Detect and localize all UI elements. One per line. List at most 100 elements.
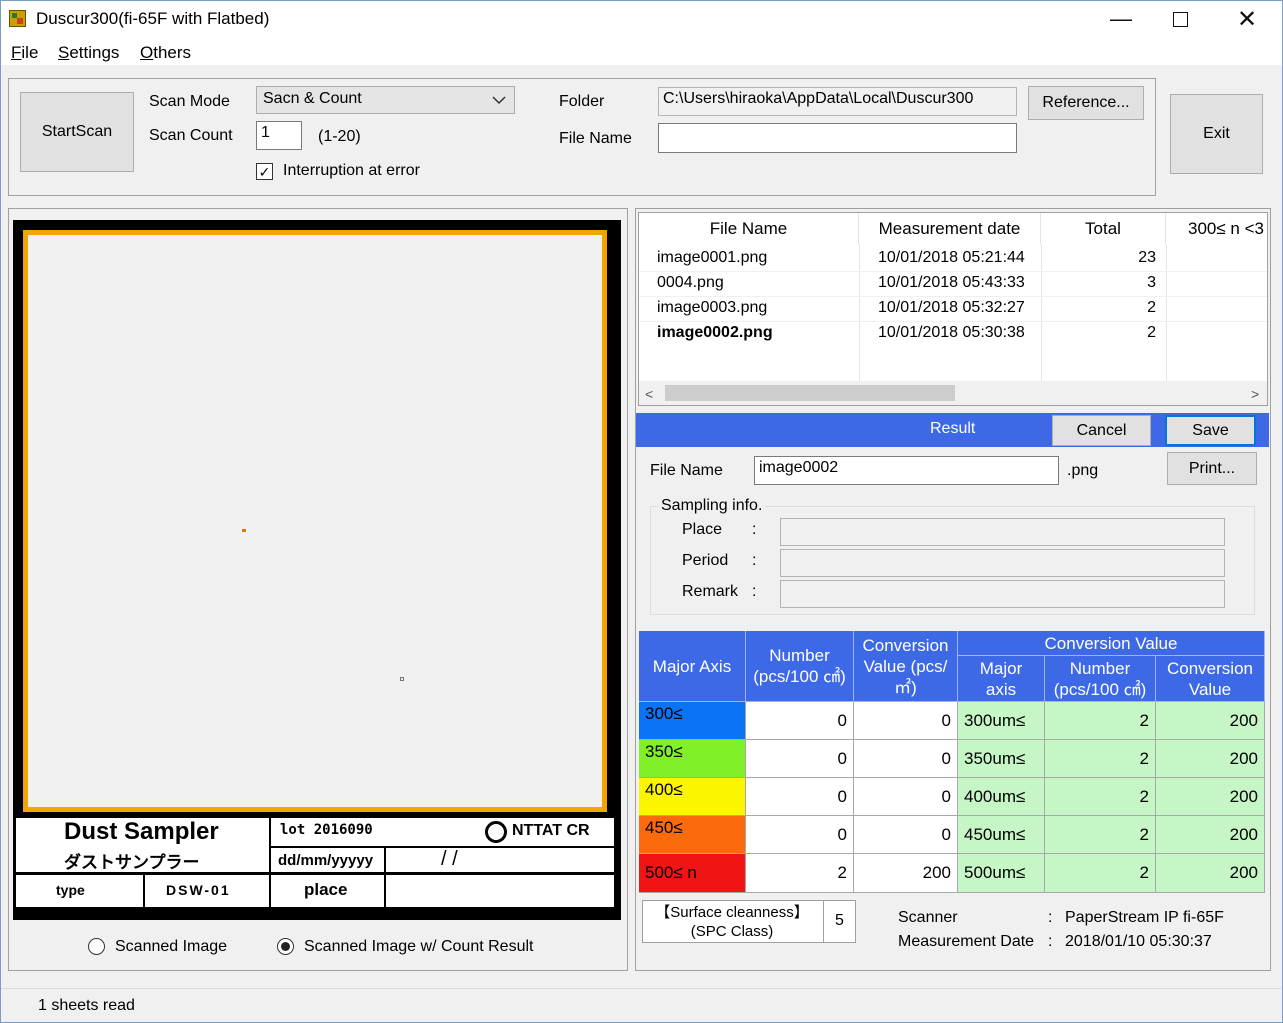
row-major-axis-2: 300um≤ [958,702,1045,740]
card-type-value: DSW-01 [166,882,231,898]
scan-count-label: Scan Count [149,127,233,144]
scan-mode-select[interactable]: Sacn & Count [256,86,515,114]
hdr-conversion-group: Conversion Value [958,631,1265,656]
row-conversion-2: 200 [1156,702,1265,740]
menu-others[interactable]: Others [140,43,191,63]
file-list[interactable]: File Name Measurement date Total 300≤ n … [638,212,1268,406]
row-number-2: 2 [1045,702,1156,740]
close-icon[interactable]: ✕ [1215,1,1279,37]
menu-settings[interactable]: Settings [58,43,119,63]
card-brand: NTTAT CR [512,822,590,839]
result-file-ext: .png [1067,462,1099,479]
scan-count-input[interactable]: 1 [256,121,302,150]
measurement-date-colon: : [1048,933,1053,950]
result-title: Result [930,420,976,437]
row-number: 2 [746,854,854,893]
place-label: Place [682,521,723,538]
scroll-right-icon[interactable]: > [1251,386,1259,402]
row-conversion: 0 [854,740,958,778]
column-measurement-date[interactable]: Measurement date [859,213,1041,245]
scanned-image: Dust Sampler ダストサンプラー lot 2016090 NTTAT … [13,220,621,920]
scan-mode-label: Scan Mode [149,93,230,110]
menu-bar [1,37,1282,65]
row-number-2: 2 [1045,816,1156,854]
remark-label: Remark [682,583,739,600]
row-conversion: 0 [854,816,958,854]
row-major-axis: 350≤ [639,740,746,778]
row-major-axis-2: 350um≤ [958,740,1045,778]
place-input[interactable] [780,518,1225,546]
row-total: 2 [1147,299,1156,316]
row-conversion: 0 [854,702,958,740]
status-text: 1 sheets read [38,997,135,1014]
scanner-value: PaperStream IP fi-65F [1065,909,1224,926]
scanned-count-radio[interactable] [277,938,294,955]
sample-area [23,230,607,812]
row-conversion-2: 200 [1156,740,1265,778]
row-major-axis: 500≤ n [639,854,746,893]
row-major-axis-2: 400um≤ [958,778,1045,816]
app-icon [9,10,26,27]
print-button[interactable]: Print... [1167,452,1257,485]
card-date-slashes: / / [441,848,458,870]
scanner-colon: : [1048,909,1053,926]
card-date-format: dd/mm/yyyyy [278,852,374,869]
period-input[interactable] [780,549,1225,577]
row-total: 2 [1147,324,1156,341]
row-date: 10/01/2018 05:21:44 [878,249,1025,266]
measurement-date-value: 2018/01/10 05:30:37 [1065,933,1212,950]
row-conversion: 0 [854,778,958,816]
minimize-icon[interactable]: — [1089,1,1153,37]
scanned-image-label: Scanned Image [115,938,228,955]
menu-file[interactable]: File [11,43,38,63]
scrollbar-thumb[interactable] [665,385,955,401]
row-conversion-2: 200 [1156,854,1265,893]
folder-label: Folder [559,93,605,110]
column-total[interactable]: Total [1041,213,1166,245]
maximize-icon[interactable] [1148,1,1212,37]
start-scan-button[interactable]: StartScan [20,92,134,172]
row-number: 0 [746,778,854,816]
window-title: Duscur300(fi-65F with Flatbed) [36,9,270,28]
period-colon: : [752,552,757,569]
row-date: 10/01/2018 05:30:38 [878,324,1025,341]
file-name-label: File Name [559,130,632,147]
folder-input[interactable]: C:\Users\hiraoka\AppData\Local\Duscur300 [658,87,1017,116]
cleanness-value: 5 [835,912,844,929]
scanner-label: Scanner [898,909,958,926]
row-number: 0 [746,816,854,854]
row-file-name: image0001.png [657,249,768,266]
sample-card-label: Dust Sampler ダストサンプラー lot 2016090 NTTAT … [16,818,614,907]
row-number-2: 2 [1045,740,1156,778]
row-total: 3 [1147,274,1156,291]
result-table: Major Axis Number (pcs/100 ㎠) Conversion… [639,631,1265,893]
cancel-button[interactable]: Cancel [1052,415,1151,446]
row-number: 0 [746,740,854,778]
horizontal-scrollbar[interactable]: < > [639,381,1267,405]
scanned-image-radio[interactable] [88,938,105,955]
hdr-conversion: Conversion Value (pcs/ ㎡) [854,631,958,702]
measurement-date-label: Measurement Date [898,933,1035,950]
save-button[interactable]: Save [1165,415,1256,446]
row-file-name: 0004.png [657,274,724,291]
row-file-name: image0002.png [657,324,773,341]
hdr-number: Number (pcs/100 ㎠) [746,631,854,702]
scan-mode-value: Sacn & Count [263,90,362,107]
exit-button[interactable]: Exit [1170,94,1263,174]
column-file-name[interactable]: File Name [639,213,859,245]
period-label: Period [682,552,729,569]
file-name-input[interactable] [658,123,1017,153]
reference-button[interactable]: Reference... [1028,86,1144,120]
row-conversion-2: 200 [1156,778,1265,816]
row-file-name: image0003.png [657,299,768,316]
remark-input[interactable] [780,580,1225,608]
row-major-axis: 450≤ [639,816,746,854]
row-number-2: 2 [1045,854,1156,893]
scroll-left-icon[interactable]: < [645,386,653,402]
row-major-axis-2: 500um≤ [958,854,1045,893]
cleanness-label: 【Surface cleanness】 (SPC Class) [655,904,809,940]
result-file-name-input[interactable]: image0002 [754,456,1059,485]
column-300[interactable]: 300≤ n <3 [1166,213,1267,245]
interruption-checkbox[interactable]: ✓ [256,163,273,180]
dust-particle [242,529,246,532]
